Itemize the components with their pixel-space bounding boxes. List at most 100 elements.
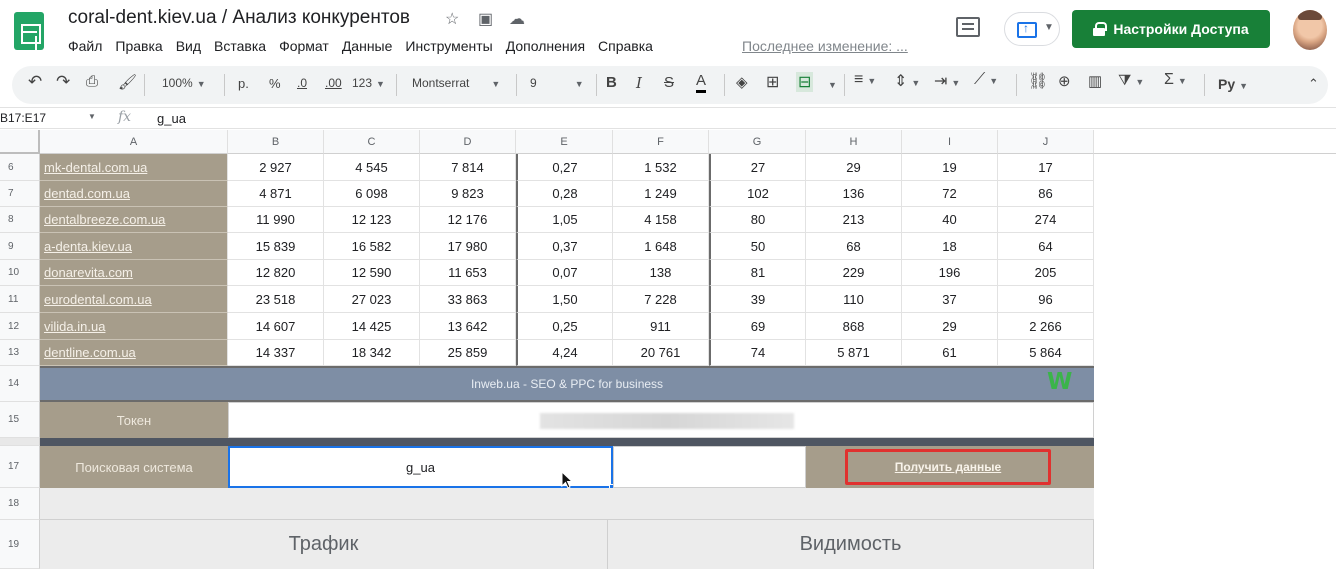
table-cell[interactable]: 1 648 [613,233,709,260]
table-cell[interactable]: 61 [902,340,998,366]
table-cell[interactable]: 12 590 [324,260,420,286]
italic-button[interactable]: I [636,74,642,92]
paint-format-icon[interactable]: 🖌 [118,73,137,91]
sheets-logo-icon[interactable] [14,12,44,50]
star-icon[interactable]: ☆ [445,9,459,29]
table-cell[interactable]: 138 [613,260,709,286]
table-cell[interactable]: 2 266 [998,313,1094,340]
table-cell[interactable]: 12 176 [420,207,516,233]
column-header-b[interactable]: B [228,130,324,154]
print-icon[interactable]: ⎙ [86,73,98,90]
more-formats-select[interactable]: 123 ▼ [352,76,385,90]
currency-format-button[interactable]: р. [238,76,249,91]
row-header[interactable]: 7 [0,181,40,207]
table-cell[interactable]: 12 820 [228,260,324,286]
table-cell[interactable]: 0,37 [516,233,613,260]
table-cell[interactable]: 14 337 [228,340,324,366]
merge-cells-icon[interactable]: ⊟ [796,72,814,92]
table-cell[interactable]: 0,07 [516,260,613,286]
row-header[interactable]: 10 [0,260,40,286]
collapse-toolbar-icon[interactable]: ⌃ [1308,76,1319,92]
table-cell[interactable]: 74 [709,340,806,366]
undo-icon[interactable]: ↶ [28,72,42,92]
table-cell[interactable]: 17 [998,154,1094,181]
table-cell[interactable]: 19 [902,154,998,181]
last-edit-link[interactable]: Последнее изменение: ... [742,38,908,54]
column-header-c[interactable]: C [324,130,420,154]
row-header[interactable]: 15 [0,402,40,438]
table-cell[interactable]: 7 814 [420,154,516,181]
share-button[interactable]: Настройки Доступа [1072,10,1270,48]
search-engine-field[interactable]: g_ua [228,446,613,488]
table-cell[interactable]: 29 [806,154,902,181]
insert-chart-icon[interactable]: ▥ [1088,72,1102,90]
table-cell[interactable]: 229 [806,260,902,286]
table-cell[interactable]: 1 249 [613,181,709,207]
filter-icon[interactable]: ⧩ ▼ [1118,72,1144,89]
formula-input[interactable]: g_ua [157,111,186,126]
menu-data[interactable]: Данные [342,38,393,54]
bold-button[interactable]: B [606,74,617,91]
table-cell[interactable]: 9 823 [420,181,516,207]
table-cell[interactable]: 11 990 [228,207,324,233]
table-cell[interactable]: 1 532 [613,154,709,181]
column-header-g[interactable]: G [709,130,806,154]
align-vertical-icon[interactable]: ⇕ ▼ [894,71,920,91]
select-all-corner[interactable] [0,130,40,154]
menu-help[interactable]: Справка [598,38,653,54]
menu-tools[interactable]: Инструменты [405,38,492,54]
column-header-i[interactable]: I [902,130,998,154]
table-cell[interactable]: 27 [709,154,806,181]
menu-edit[interactable]: Правка [115,38,162,54]
column-header-h[interactable]: H [806,130,902,154]
table-cell[interactable]: 17 980 [420,233,516,260]
row-header[interactable]: 9 [0,233,40,260]
row-header[interactable]: 8 [0,207,40,233]
table-cell[interactable]: 16 582 [324,233,420,260]
table-cell[interactable]: 25 859 [420,340,516,366]
menu-format[interactable]: Формат [279,38,329,54]
table-cell[interactable]: 110 [806,286,902,313]
present-button[interactable]: ▼ [1004,12,1060,46]
table-cell[interactable]: 20 761 [613,340,709,366]
font-family-select[interactable]: Montserrat ▼ [412,76,500,90]
menu-view[interactable]: Вид [176,38,201,54]
table-cell[interactable]: 868 [806,313,902,340]
site-link-cell[interactable]: dentad.com.ua [40,181,228,207]
font-size-select[interactable]: 9 ▼ [530,76,584,90]
chevron-down-icon[interactable]: ▼ [824,76,837,91]
avatar[interactable] [1293,10,1327,50]
row-header[interactable]: 13 [0,340,40,366]
text-wrap-icon[interactable]: ⇥ ▼ [934,71,960,91]
row-header[interactable]: 14 [0,366,40,402]
menu-insert[interactable]: Вставка [214,38,266,54]
table-cell[interactable]: 27 023 [324,286,420,313]
menu-file[interactable]: Файл [68,38,102,54]
insert-link-icon[interactable]: ⛓ [1028,71,1048,91]
comments-icon[interactable] [956,17,980,37]
borders-icon[interactable]: ⊞ [766,72,779,92]
row-header[interactable]: 6 [0,154,40,181]
table-cell[interactable]: 213 [806,207,902,233]
name-box[interactable]: B17:E17 [0,111,46,125]
increase-decimal-button[interactable]: .00 [325,76,342,90]
row-header[interactable]: 17 [0,446,40,488]
document-title[interactable]: coral-dent.kiev.ua / Анализ конкурентов [68,7,410,29]
decrease-decimal-button[interactable]: .0 [297,76,307,90]
site-link-cell[interactable]: mk-dental.com.ua [40,154,228,181]
table-cell[interactable]: 136 [806,181,902,207]
table-cell[interactable]: 0,27 [516,154,613,181]
column-header-a[interactable]: A [40,130,228,154]
table-cell[interactable]: 86 [998,181,1094,207]
table-cell[interactable]: 196 [902,260,998,286]
table-cell[interactable]: 4 871 [228,181,324,207]
table-cell[interactable]: 6 098 [324,181,420,207]
row-header[interactable]: 11 [0,286,40,313]
row-header[interactable]: 12 [0,313,40,340]
table-cell[interactable]: 72 [902,181,998,207]
table-cell[interactable]: 40 [902,207,998,233]
table-cell[interactable]: 4,24 [516,340,613,366]
table-cell[interactable]: 911 [613,313,709,340]
table-cell[interactable]: 4 158 [613,207,709,233]
fill-color-icon[interactable]: ◈ [736,73,748,91]
